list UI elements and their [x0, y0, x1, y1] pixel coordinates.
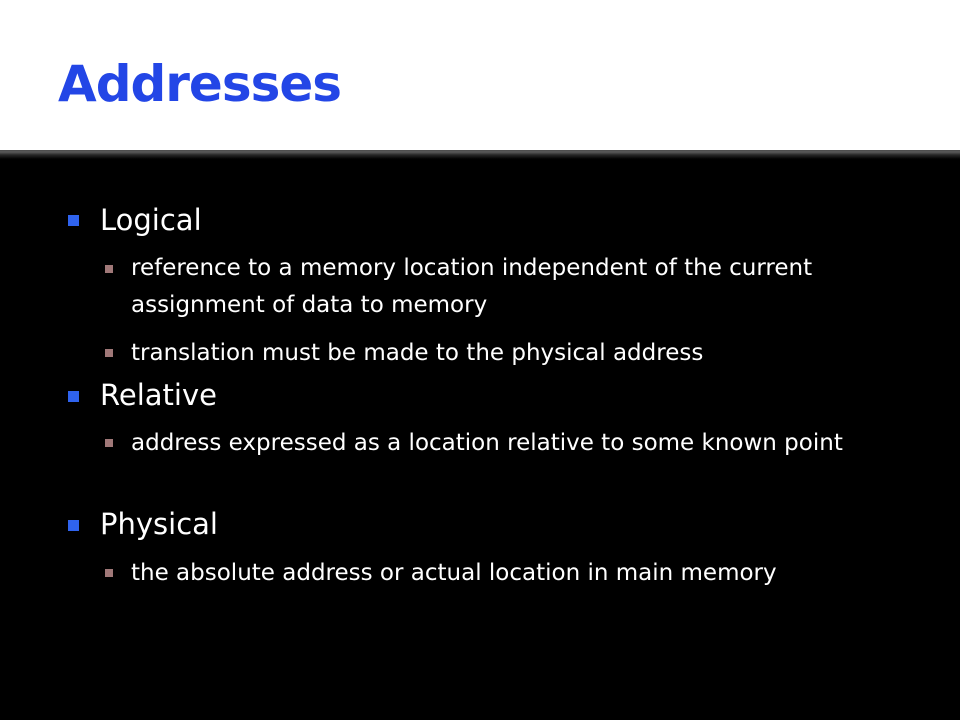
sub-item-logical-translation: translation must be made to the physical… — [131, 340, 704, 366]
title-band: Addresses — [0, 0, 960, 150]
square-bullet-icon — [68, 391, 79, 402]
list-item-physical: Physical — [100, 507, 218, 541]
sub-item-logical-definition: reference to a memory location independe… — [131, 255, 813, 318]
list-item-logical: Logical — [100, 203, 202, 237]
slide: Addresses Logical reference to a memory … — [0, 0, 960, 720]
small-square-bullet-icon — [105, 569, 113, 577]
title-divider — [0, 150, 960, 159]
sub-item-physical-definition: the absolute address or actual location … — [131, 560, 777, 586]
small-square-bullet-icon — [105, 439, 113, 447]
list-item-relative: Relative — [100, 378, 217, 412]
slide-title: Addresses — [58, 55, 342, 113]
sub-item-relative-definition: address expressed as a location relative… — [131, 430, 843, 456]
small-square-bullet-icon — [105, 349, 113, 357]
small-square-bullet-icon — [105, 265, 113, 273]
square-bullet-icon — [68, 520, 79, 531]
square-bullet-icon — [68, 215, 79, 226]
